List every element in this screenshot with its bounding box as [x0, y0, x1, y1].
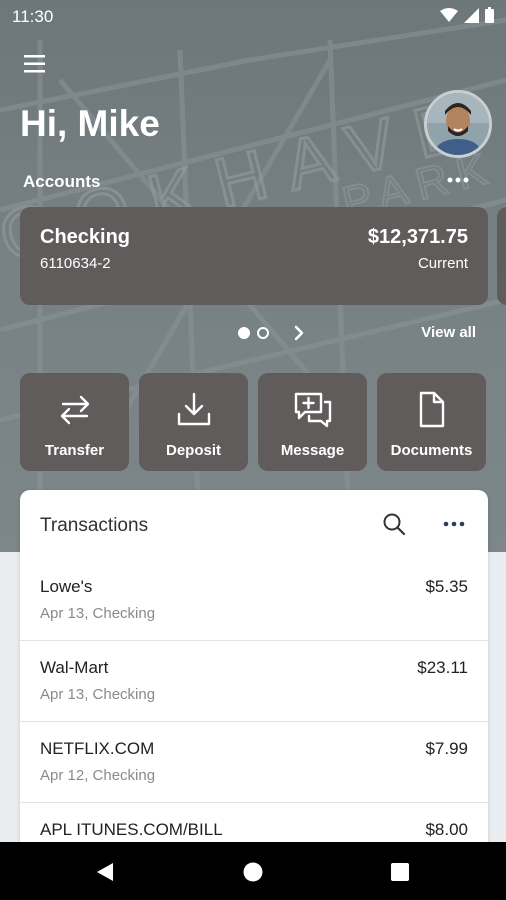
transaction-amount: $7.99 — [425, 739, 468, 758]
account-number: 6110634-2 — [40, 255, 111, 272]
deposit-button[interactable]: Deposit — [139, 373, 248, 471]
pager-dot-1[interactable] — [238, 327, 250, 339]
carousel-pager — [238, 327, 269, 339]
document-icon — [419, 391, 444, 428]
transaction-meta: Apr 13, Checking — [40, 605, 156, 622]
status-time: 11:30 — [12, 7, 54, 26]
signal-icon — [464, 7, 479, 23]
transaction-meta: Apr 12, Checking — [40, 767, 156, 784]
transaction-merchant: Lowe's — [40, 577, 93, 596]
accounts-label: Accounts — [23, 172, 101, 191]
transactions-panel: Transactions Lowe's $5.35 Apr 13, Checki… — [20, 490, 488, 850]
avatar-photo — [427, 93, 489, 155]
quick-actions: Transfer Deposit Message Documents — [20, 373, 486, 471]
download-tray-icon — [177, 392, 210, 426]
message-button[interactable]: Message — [258, 373, 367, 471]
status-bar: 11:30 — [0, 0, 506, 32]
transaction-row[interactable]: Wal-Mart $23.11 Apr 13, Checking — [20, 641, 488, 722]
pager-dot-2[interactable] — [257, 327, 269, 339]
back-icon[interactable] — [94, 861, 116, 883]
transfer-button[interactable]: Transfer — [20, 373, 129, 471]
transfer-arrows-icon — [60, 395, 89, 425]
transaction-merchant: Wal-Mart — [40, 658, 109, 677]
transaction-amount: $5.35 — [425, 577, 468, 596]
account-balance-label: Current — [417, 255, 468, 272]
transaction-meta: Apr 13, Checking — [40, 686, 156, 703]
transaction-row[interactable]: NETFLIX.COM $7.99 Apr 12, Checking — [20, 722, 488, 803]
transaction-amount: $8.00 — [425, 820, 468, 839]
status-icons — [440, 7, 494, 23]
chat-plus-icon — [294, 392, 331, 428]
greeting-title: Hi, Mike — [20, 103, 160, 144]
system-nav-bar — [0, 842, 506, 900]
transactions-title: Transactions — [40, 515, 149, 536]
message-label: Message — [280, 442, 345, 459]
view-all-link[interactable]: View all — [421, 324, 476, 341]
deposit-label: Deposit — [165, 442, 221, 459]
transaction-amount: $23.11 — [417, 658, 468, 677]
transactions-more-icon[interactable] — [442, 518, 466, 530]
recents-icon[interactable] — [389, 861, 411, 883]
home-icon[interactable] — [242, 861, 264, 883]
transaction-merchant: NETFLIX.COM — [40, 739, 155, 758]
search-icon[interactable] — [382, 512, 406, 536]
profile-avatar[interactable] — [424, 90, 492, 158]
battery-icon — [485, 7, 494, 23]
account-name: Checking — [40, 226, 131, 248]
account-balance: $12,371.75 — [367, 226, 468, 248]
account-card-checking[interactable]: Checking 6110634-2 $12,371.75 Current — [20, 207, 488, 305]
accounts-more-icon[interactable] — [446, 172, 470, 188]
menu-icon[interactable] — [22, 52, 48, 76]
chevron-right-icon[interactable] — [290, 324, 308, 342]
transfer-label: Transfer — [44, 442, 105, 459]
transaction-row[interactable]: Lowe's $5.35 Apr 13, Checking — [20, 560, 488, 641]
documents-button[interactable]: Documents — [377, 373, 486, 471]
wifi-icon — [440, 8, 458, 22]
documents-label: Documents — [390, 442, 473, 459]
transaction-merchant: APL ITUNES.COM/BILL — [40, 820, 223, 839]
next-account-card-peek[interactable] — [497, 207, 506, 305]
